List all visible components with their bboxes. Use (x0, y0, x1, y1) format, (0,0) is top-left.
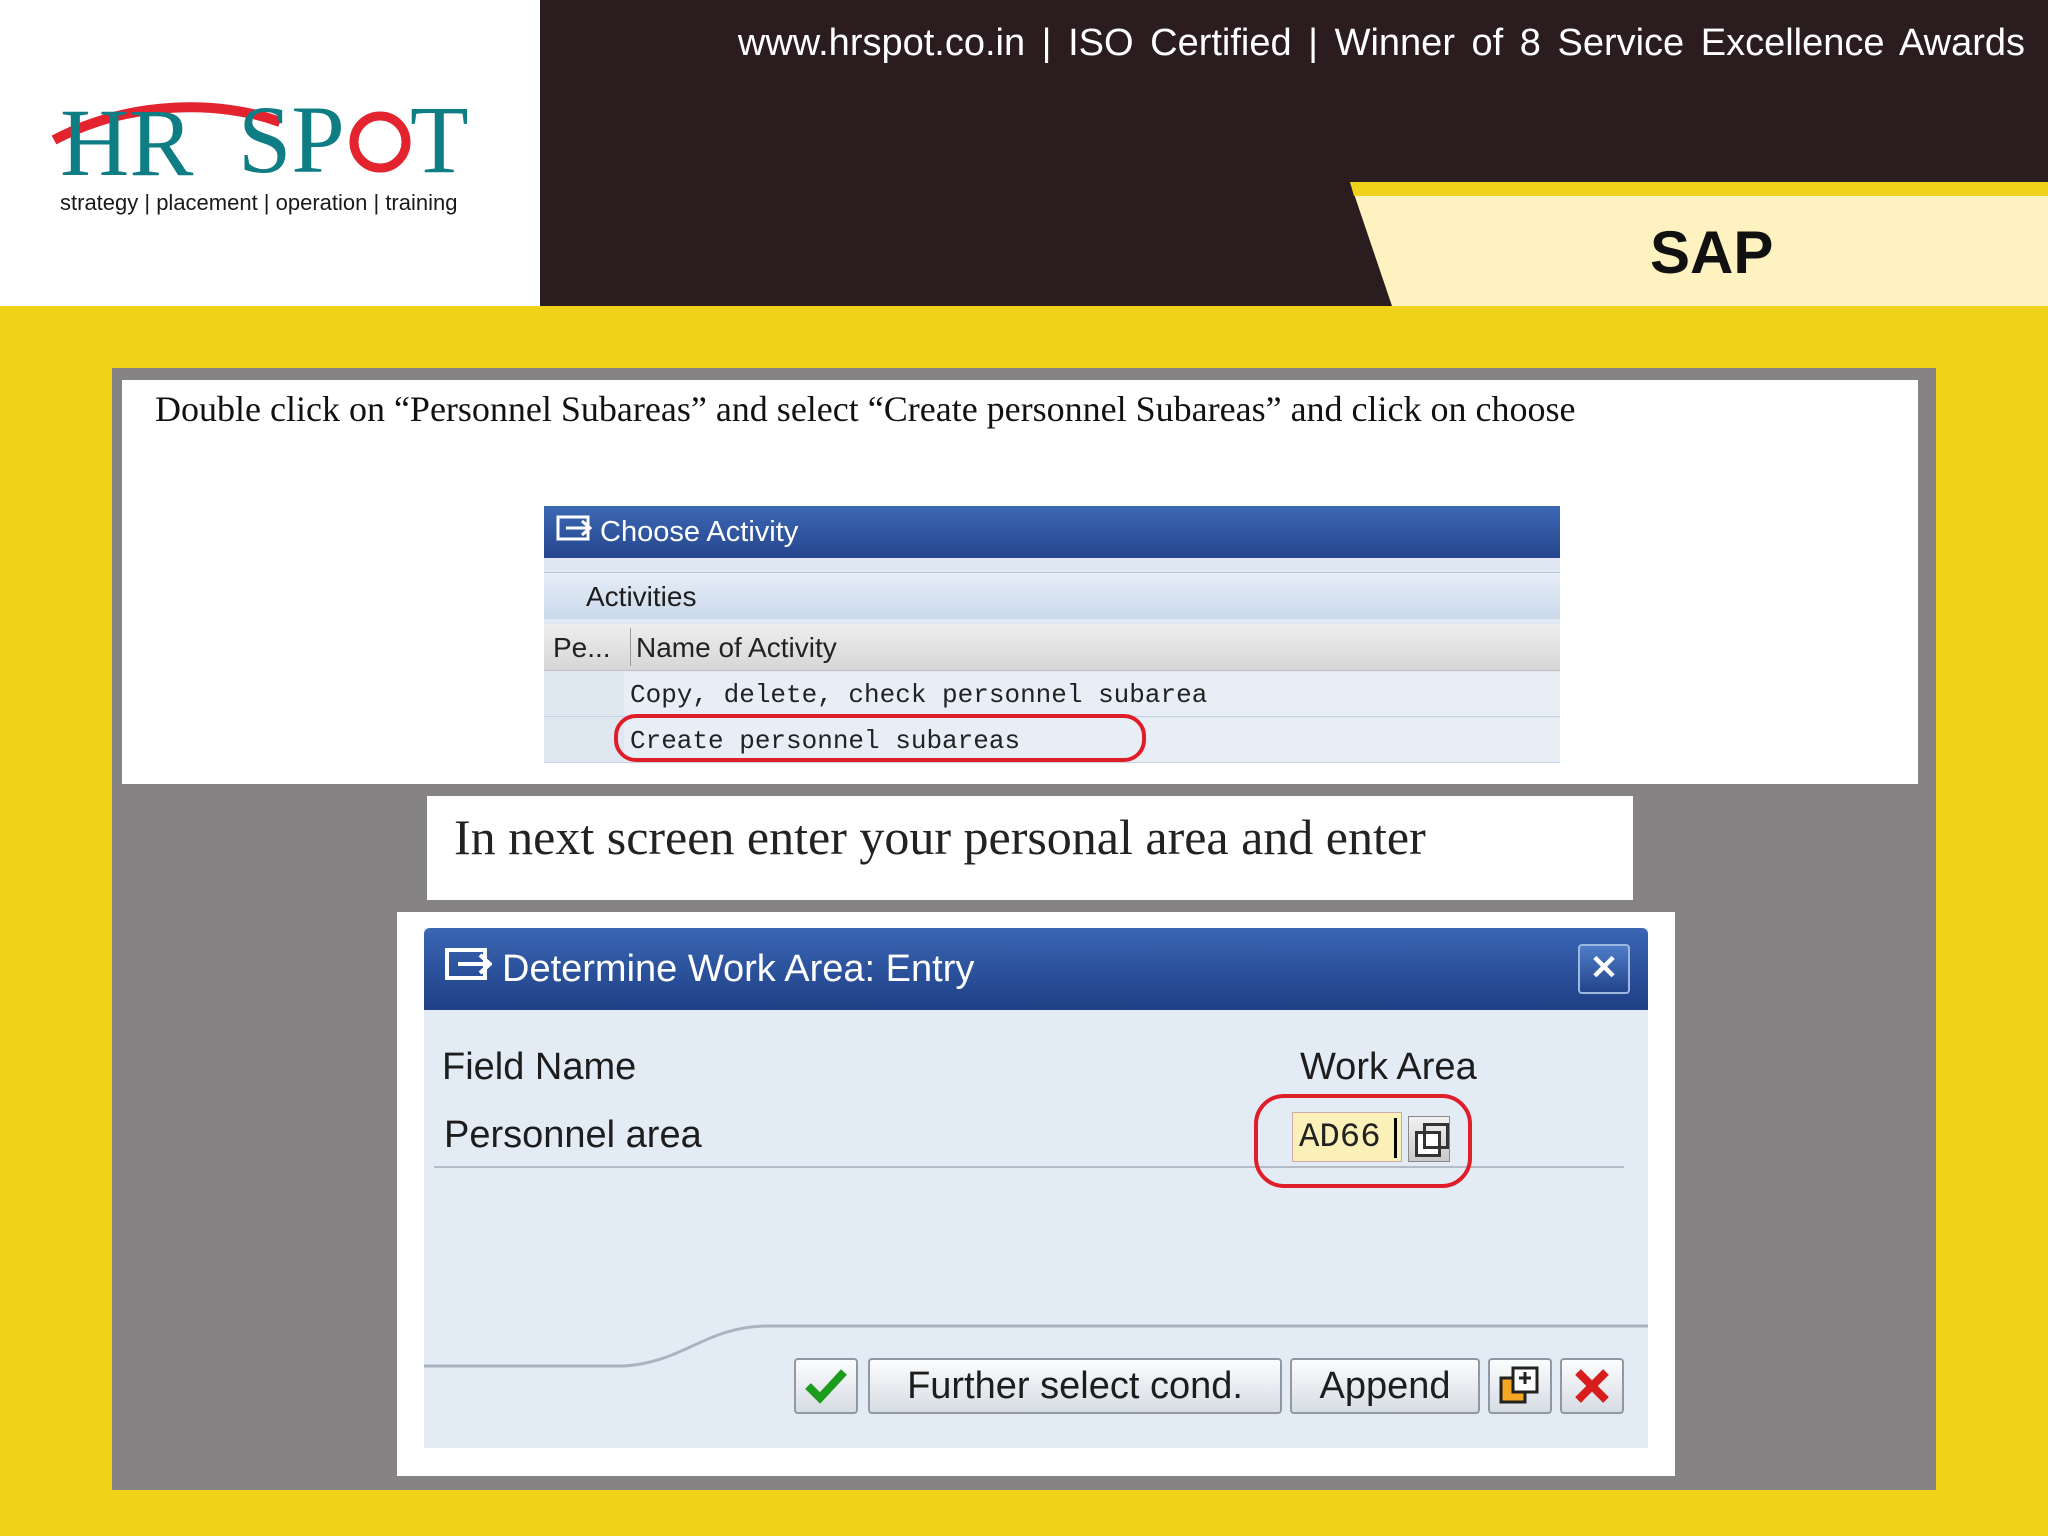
sap-banner-stripe (1350, 182, 2048, 196)
sap-label: SAP (1650, 219, 1774, 286)
choose-activity-title: Choose Activity (600, 515, 799, 548)
svg-text:HR: HR (60, 89, 193, 190)
append-button[interactable]: Append (1290, 1358, 1480, 1414)
logo-area: HR SP T strategy | placement | operation… (0, 0, 542, 306)
logo-tagline: strategy | placement | operation | train… (60, 190, 458, 215)
row-selector[interactable] (544, 672, 624, 716)
highlight-oval-create (614, 714, 1146, 762)
svg-text:T: T (410, 86, 469, 190)
activity-name[interactable]: Copy, delete, check personnel subarea (630, 680, 1207, 710)
further-select-cond-button[interactable]: Further select cond. (868, 1358, 1282, 1414)
field-name-header: Field Name (442, 1046, 637, 1088)
cancel-button[interactable] (1560, 1358, 1624, 1414)
header-info-line: www.hrspot.co.in | ISO Certified | Winne… (737, 22, 2025, 64)
hrspot-logo-icon: HR SP T (51, 86, 469, 190)
activity-table-header: Pe... Name of Activity (544, 624, 1560, 671)
row-selector[interactable] (544, 718, 624, 762)
dialog-icon (444, 947, 493, 991)
instruction-step-2: In next screen enter your personal area … (454, 809, 1426, 865)
column-header-pe[interactable]: Pe... (553, 632, 611, 664)
activity-row-copy[interactable]: Copy, delete, check personnel subarea (544, 672, 1560, 717)
choose-activity-title-bar: Choose Activity (544, 506, 1560, 558)
column-header-name[interactable]: Name of Activity (636, 632, 837, 664)
highlight-oval-work-area (1254, 1094, 1472, 1188)
work-area-title-bar: Determine Work Area: Entry (424, 928, 1648, 1010)
determine-work-area-dialog: Determine Work Area: Entry ✕ Field Name … (424, 928, 1648, 1448)
dialog-icon (556, 515, 593, 549)
checkmark-icon (805, 1369, 847, 1404)
cancel-icon (1575, 1369, 1609, 1403)
personnel-area-label: Personnel area (444, 1114, 702, 1156)
activities-section-header: Activities (544, 572, 1560, 619)
copy-entries-icon (1499, 1366, 1539, 1404)
column-separator[interactable] (630, 628, 631, 666)
svg-text:SP: SP (238, 86, 345, 190)
instruction-step-1: Double click on “Personnel Subareas” and… (155, 389, 1576, 429)
work-area-header: Work Area (1300, 1046, 1477, 1088)
continue-button[interactable] (794, 1358, 858, 1414)
new-entries-button[interactable] (1488, 1358, 1552, 1414)
work-area-title: Determine Work Area: Entry (502, 947, 975, 990)
activities-label: Activities (586, 581, 697, 612)
close-icon[interactable]: ✕ (1578, 944, 1630, 994)
